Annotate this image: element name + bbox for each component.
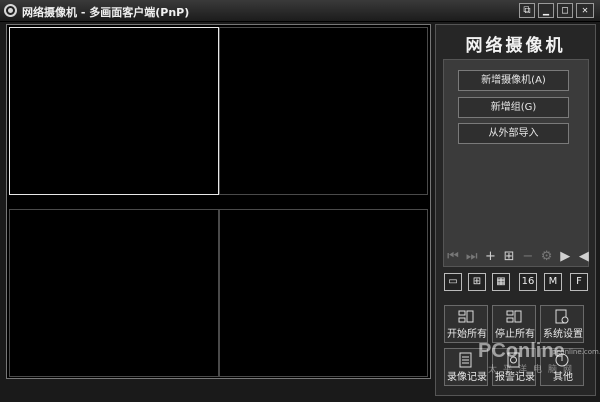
plus-icon[interactable]: + [483,249,497,265]
settings-icon [555,309,569,324]
layout-selector: ▭ ⊞ ▦ 16 M F [444,273,590,293]
recording-log-label: 录像记录 [447,372,487,383]
start-all-label: 开始所有 [447,329,487,340]
restore-extra-button[interactable]: ⧉ [519,3,535,18]
import-icon[interactable]: ◀ [577,249,591,265]
other-label: 其他 [553,372,573,383]
control-panel: 网络摄像机 新增摄像机(A) 新增组(G) 从外部导入 ⏮ ⏭ + ⊞ − ⚙ … [435,24,596,396]
layout-16-button[interactable]: 16 [519,273,537,291]
add-group-button[interactable]: 新增组(G) [458,97,569,118]
skip-back-icon[interactable]: ⏮ [446,249,460,265]
gear-icon[interactable]: ⚙ [540,249,554,265]
layout-f-button[interactable]: F [570,273,588,291]
start-all-button[interactable]: 开始所有 [444,305,488,343]
camera-list[interactable]: 新增摄像机(A) 新增组(G) 从外部导入 [443,59,589,267]
minimize-button[interactable]: ▁ [538,3,554,18]
title-bar: 网络摄像机 - 多画面客户端(PnP) ⧉ ▁ □ ✕ [0,0,600,22]
skip-forward-icon[interactable]: ⏭ [465,249,479,265]
video-grid [6,24,431,379]
layout-9-icon: ▦ [496,276,506,287]
list-toolbar: ⏮ ⏭ + ⊞ − ⚙ ▶ ◀ [446,249,591,265]
alarm-log-label: 报警记录 [495,372,535,383]
stop-all-label: 停止所有 [495,329,535,340]
window-controls: ⧉ ▁ □ ✕ [519,3,594,18]
layout-m-button[interactable]: M [544,273,562,291]
video-tile-4[interactable] [219,209,428,377]
other-icon [555,353,569,367]
start-all-icon [458,310,474,323]
layout-1-icon: ▭ [448,276,458,287]
maximize-button[interactable]: □ [557,3,573,18]
import-button[interactable]: 从外部导入 [458,123,569,144]
stop-all-button[interactable]: 停止所有 [492,305,536,343]
other-button[interactable]: 其他 [540,348,584,386]
recording-log-button[interactable]: 录像记录 [444,348,488,386]
minus-icon[interactable]: − [521,249,535,265]
alarm-log-button[interactable]: 报警记录 [492,348,536,386]
add-camera-button[interactable]: 新增摄像机(A) [458,70,569,91]
export-icon[interactable]: ▶ [558,249,572,265]
video-tile-3[interactable] [9,209,219,377]
video-tile-2[interactable] [219,27,428,195]
stop-all-icon [506,310,522,323]
add-group-icon[interactable]: ⊞ [502,249,516,265]
system-settings-label: 系统设置 [543,329,583,340]
layout-4-icon: ⊞ [472,276,482,287]
brand-title: 网络摄像机 [465,36,566,56]
layout-1-button[interactable]: ▭ [444,273,462,291]
layout-4-button[interactable]: ⊞ [468,273,486,291]
layout-9-button[interactable]: ▦ [492,273,510,291]
recording-icon [459,352,472,368]
alarm-icon [507,352,520,368]
window-title: 网络摄像机 - 多画面客户端(PnP) [22,6,190,19]
close-button[interactable]: ✕ [576,3,594,18]
app-icon [4,4,17,17]
video-tile-1[interactable] [9,27,219,195]
system-settings-button[interactable]: 系统设置 [540,305,584,343]
